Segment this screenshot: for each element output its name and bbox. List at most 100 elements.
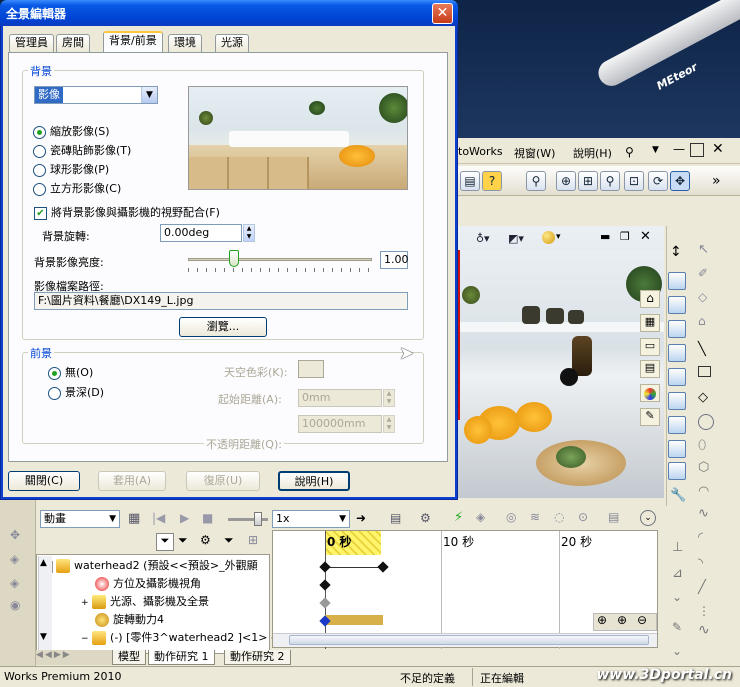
home-icon[interactable]: ⌂ <box>640 290 660 308</box>
stop-icon[interactable]: ■ <box>202 511 213 525</box>
help-icon[interactable]: ? <box>482 171 502 191</box>
rotation-input[interactable]: 0.00deg <box>160 224 242 242</box>
checkbox[interactable]: ✔ <box>34 206 47 220</box>
menu-help[interactable]: 說明(H) <box>573 145 612 161</box>
mode-cube-option[interactable]: 立方形影像(C) <box>33 180 121 196</box>
tab-background-foreground[interactable]: 背景/前景 <box>103 31 163 53</box>
foreground-depth-option[interactable]: 景深(D) <box>48 384 104 400</box>
custom-properties-icon[interactable]: ✎ <box>640 408 660 426</box>
scrollbar-thumb[interactable] <box>289 635 649 645</box>
close-icon[interactable]: ✕ <box>712 141 724 157</box>
play-icon[interactable]: ▶ <box>180 511 189 525</box>
cube-icon[interactable] <box>668 392 686 410</box>
tab-environment[interactable]: 環境 <box>168 34 202 52</box>
appearance-dropdown-icon[interactable]: ▾ <box>556 232 561 242</box>
circle-icon[interactable] <box>698 414 714 430</box>
viewport-close-icon[interactable]: ✕ <box>640 229 651 244</box>
spline-icon[interactable]: ∿ <box>698 506 709 521</box>
tree-row-assembly[interactable]: − waterhead2 (預設<<預設>_外觀顯 <box>41 557 258 575</box>
tree-row-lights[interactable]: + 光源、攝影機及全景 <box>81 593 209 611</box>
viewport-minimize-icon[interactable]: ▬ <box>600 230 610 243</box>
filter-selected-icon[interactable]: ⏷ <box>224 533 234 548</box>
brightness-value[interactable]: 1.00 <box>380 251 409 269</box>
end-distance-input[interactable]: 100000mm <box>298 415 382 433</box>
results-icon[interactable]: ▤ <box>608 510 619 524</box>
cube-icon[interactable] <box>668 344 686 362</box>
chevron-down-icon[interactable]: ⌄ <box>672 644 682 658</box>
brightness-slider-track[interactable] <box>188 258 372 261</box>
tree-row-orientation[interactable]: 方位及攝影機視角 <box>95 575 201 593</box>
appearances-icon[interactable] <box>640 384 660 402</box>
motor-icon[interactable]: ◎ <box>506 510 516 524</box>
study-type-select[interactable]: 動畫 ▼ <box>40 510 120 528</box>
save-animation-icon[interactable]: ▤ <box>390 511 401 525</box>
help-button[interactable]: 說明(H) <box>278 471 350 491</box>
graphics-viewport[interactable]: ♁▾ ◩▾ ▾ ▬ ❐ ✕ <box>456 226 664 498</box>
slider-thumb[interactable] <box>254 512 262 526</box>
calculate-icon[interactable]: ▦ <box>128 511 140 526</box>
motor-bar[interactable] <box>325 615 383 625</box>
viewport-restore-icon[interactable]: ❐ <box>620 230 630 243</box>
zoom-selection-icon[interactable]: ⊡ <box>624 171 644 191</box>
cube-icon[interactable] <box>668 440 686 458</box>
radio-button[interactable] <box>33 182 46 196</box>
start-distance-input[interactable]: 0mm <box>298 389 382 407</box>
polygon-tool-icon[interactable]: ⬡ <box>698 460 709 475</box>
pencil-icon[interactable]: ✎ <box>672 620 682 634</box>
add-key-icon[interactable]: ◈ <box>476 510 485 524</box>
mode-tile-option[interactable]: 瓷磚貼飾影像(T) <box>33 142 131 158</box>
restore-button[interactable]: 復原(U) <box>186 471 260 491</box>
point-icon[interactable]: ◝ <box>698 556 703 571</box>
sky-color-swatch[interactable] <box>298 360 324 378</box>
cube-icon[interactable] <box>668 296 686 314</box>
arrows-icon[interactable]: ↕ <box>670 244 682 260</box>
rotate-icon[interactable]: ⟳ <box>648 171 668 191</box>
offset-icon[interactable]: ⋮ <box>698 604 710 618</box>
arc-icon[interactable]: ◠ <box>698 484 709 499</box>
selection-filter-icon[interactable]: ⚲ <box>526 171 546 191</box>
tool-icon[interactable]: ◈ <box>10 576 19 590</box>
trim-icon[interactable]: ╱ <box>698 580 706 595</box>
tab-motion-study-2[interactable]: 動作研究 2 <box>224 650 291 665</box>
chevron-right-icon[interactable]: » <box>712 173 721 189</box>
playback-speed-slider[interactable] <box>228 518 268 521</box>
cube-icon[interactable] <box>668 368 686 386</box>
construction-icon[interactable]: ∿ <box>698 622 710 638</box>
tag-icon[interactable]: ⌂ <box>698 314 706 328</box>
tab-manager[interactable]: 管理員 <box>9 34 54 52</box>
collapse-toggle-icon[interactable]: − <box>81 634 89 644</box>
appearance-icon[interactable] <box>542 231 555 244</box>
cube-icon[interactable] <box>668 320 686 338</box>
key-diamond[interactable] <box>377 561 389 573</box>
filter-driving-icon[interactable]: ⚙ <box>200 533 211 547</box>
radio-button[interactable] <box>33 144 46 158</box>
tree-row-motor[interactable]: 旋轉動力4 <box>95 611 164 629</box>
scroll-up-icon[interactable]: ▲ <box>40 558 47 568</box>
tool-icon[interactable]: ✥ <box>10 528 20 542</box>
start-distance-spinner[interactable]: ▲ ▼ <box>383 389 395 407</box>
foreground-none-option[interactable]: 無(O) <box>48 364 93 380</box>
timeline[interactable]: 0 秒 10 秒 20 秒 ⊕ ⊕ ⊖ <box>272 530 658 649</box>
wrench-icon[interactable]: 🔧 <box>670 488 686 503</box>
tool-icon[interactable]: ◉ <box>10 598 20 612</box>
rectangle-icon[interactable] <box>698 366 711 377</box>
zoom-out-icon[interactable]: ⊖ <box>637 613 647 627</box>
filter-results-icon[interactable]: ⊞ <box>248 533 258 547</box>
radio-button[interactable] <box>48 386 61 400</box>
playback-speed-select[interactable]: 1x ▼ <box>272 510 350 528</box>
tab-model[interactable]: 模型 <box>112 650 146 665</box>
cube-icon[interactable] <box>668 272 686 290</box>
contact-icon[interactable]: ◌ <box>554 510 564 524</box>
collapse-icon[interactable]: ⌄ <box>640 510 656 526</box>
smart-dimension-icon[interactable]: ◇ <box>698 290 707 304</box>
view-orientation-icon[interactable]: ♁▾ <box>476 232 490 245</box>
reference-icon[interactable]: ⊿ <box>672 566 683 581</box>
tree-row-part[interactable]: − (-) [零件3^waterhead2 ]<1> (預 <box>81 629 286 647</box>
cube-icon[interactable] <box>668 462 686 480</box>
line-icon[interactable]: ╲ <box>698 342 706 357</box>
folder-icon[interactable]: ▭ <box>640 338 660 356</box>
menu-window[interactable]: 視窗(W) <box>514 145 555 161</box>
tab-motion-study-1[interactable]: 動作研究 1 <box>148 650 215 665</box>
browse-button[interactable]: 瀏覽... <box>179 317 267 337</box>
spring-icon[interactable]: ≋ <box>530 510 540 524</box>
